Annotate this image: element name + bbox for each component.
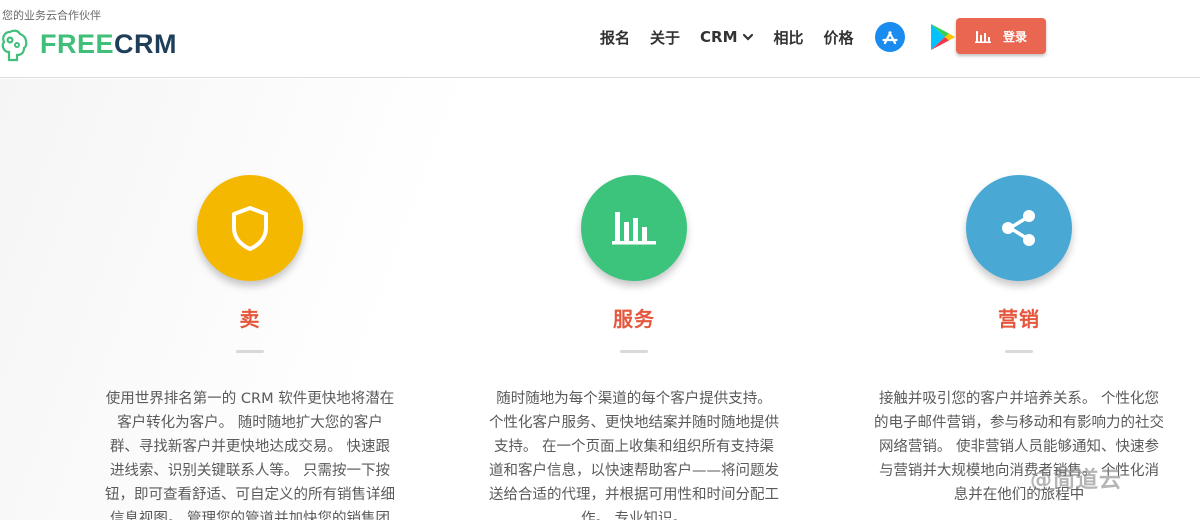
feature-marketing-badge [966, 175, 1072, 281]
app-store-icon[interactable] [874, 21, 906, 53]
bar-chart-icon [974, 31, 991, 43]
feature-sell: 卖 使用世界排名第一的 CRM 软件更快地将潜在 客户转化为客户。 随时随地扩大… [85, 175, 415, 520]
brain-gears-icon [1, 29, 28, 62]
desc-line: 网络营销。 使非营销人员能够通知、快速参 [878, 439, 1160, 455]
desc-line: 的电子邮件营销，参与移动和有影响力的社交 [874, 415, 1164, 431]
main-nav: 报名 关于 CRM 相比 价格 [600, 22, 978, 52]
desc-line: 钮，即可查看舒适、可自定义的所有销售详细 [105, 487, 395, 503]
feature-sell-description: 使用世界排名第一的 CRM 软件更快地将潜在 客户转化为客户。 随时随地扩大您的… [85, 387, 415, 520]
logo-text-crm: CRM [114, 28, 178, 59]
tagline: 您的业务云合作伙伴 [2, 9, 101, 22]
feature-service-title: 服务 [613, 307, 655, 331]
desc-line: 接触并吸引您的客户并培养关系。 个性化您 [878, 391, 1160, 407]
logo[interactable]: FREECRM [0, 24, 177, 64]
nav-item-compare[interactable]: 相比 [774, 27, 804, 48]
share-icon [1002, 210, 1035, 246]
desc-line: 客户转化为客户。 随时随地扩大您的客户 [117, 415, 383, 431]
shield-icon [232, 206, 268, 251]
desc-line: 进线索、识别关键联系人等。 只需按一下按 [109, 463, 391, 479]
divider [236, 350, 264, 353]
google-play-icon[interactable] [926, 21, 958, 53]
desc-line: 送给合适的代理，并根据可用性和时间分配工 [489, 487, 779, 503]
desc-line: 个性化客户服务、更快地结案并随时随地提供 [489, 415, 779, 431]
nav-item-about[interactable]: 关于 [650, 27, 680, 48]
feature-service-description: 随时随地为每个渠道的每个客户提供支持。 个性化客户服务、更快地结案并随时随地提供… [469, 387, 799, 520]
nav-item-crm[interactable]: CRM [700, 28, 754, 46]
feature-service: 服务 随时随地为每个渠道的每个客户提供支持。 个性化客户服务、更快地结案并随时随… [469, 175, 799, 520]
nav-item-signup[interactable]: 报名 [600, 27, 630, 48]
nav-item-crm-label: CRM [700, 28, 738, 46]
login-button-label: 登录 [1002, 29, 1027, 44]
desc-line: 作。 专业知识。 [580, 511, 688, 520]
desc-line: 道和客户信息，以快速帮助客户——将问题发 [489, 463, 779, 479]
desc-line: 信息视图。 管理您的管道并加快您的销售团 [109, 511, 391, 520]
feature-marketing-description: 接触并吸引您的客户并培养关系。 个性化您 的电子邮件营销，参与移动和有影响力的社… [854, 387, 1184, 507]
bar-chart-icon [612, 212, 656, 245]
feature-marketing: 营销 接触并吸引您的客户并培养关系。 个性化您 的电子邮件营销，参与移动和有影响… [854, 175, 1184, 507]
desc-line: 使用世界排名第一的 CRM 软件更快地将潜在 [105, 391, 395, 407]
divider [1005, 350, 1033, 353]
chevron-down-icon [742, 33, 753, 41]
nav-item-pricing[interactable]: 价格 [824, 27, 854, 48]
desc-line: 群、寻找新客户并更快地达成交易。 快速跟 [109, 439, 391, 455]
watermark: @简道云 [1030, 468, 1123, 493]
feature-sell-badge [197, 175, 303, 281]
logo-text: FREECRM [40, 29, 177, 60]
feature-service-badge [581, 175, 687, 281]
divider [620, 350, 648, 353]
desc-line: 随时随地为每个渠道的每个客户提供支持。 [496, 391, 772, 407]
logo-text-free: FREE [40, 28, 115, 59]
desc-line: 与营销并大规模地向消费者销售。 个性化消 [878, 463, 1160, 479]
site-header: 您的业务云合作伙伴 FREECRM 报名 关于 CRM 相比 价格 登录 [0, 0, 1200, 78]
desc-line: 息并在他们的旅程中 [953, 487, 1085, 503]
feature-marketing-title: 营销 [998, 307, 1040, 331]
desc-line: 支持。 在一个页面上收集和组织所有支持渠 [493, 439, 775, 455]
feature-sell-title: 卖 [239, 307, 261, 331]
login-button[interactable]: 登录 [956, 18, 1046, 54]
